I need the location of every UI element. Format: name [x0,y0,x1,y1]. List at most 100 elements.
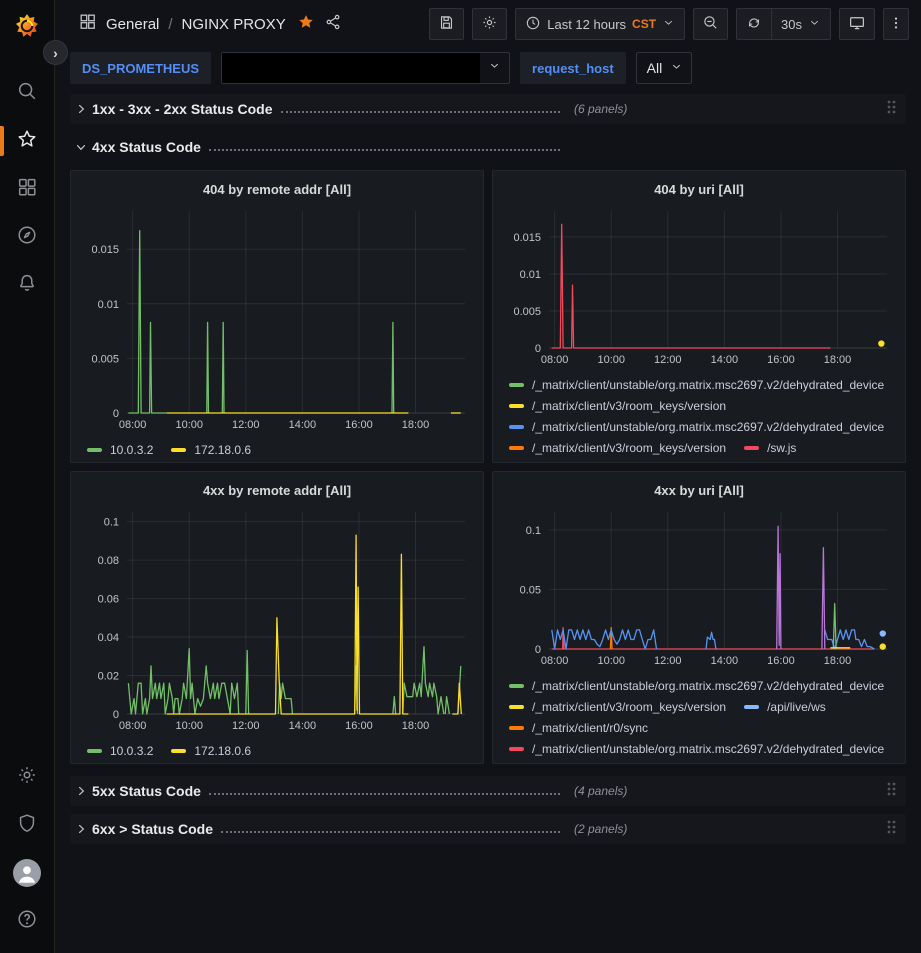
dashboard-title[interactable]: NGINX PROXY [182,16,286,33]
sidebar-item-dashboards[interactable] [0,165,55,213]
datasource-value-redacted [222,53,480,83]
legend-item[interactable]: /api/live/ws [744,697,826,716]
row-title: 1xx - 3xx - 2xx Status Code [92,101,273,117]
sidebar-item-server-admin[interactable] [0,801,55,849]
search-icon [16,80,38,107]
row-drag-handle[interactable] [886,99,896,120]
sidebar-item-alerting[interactable] [0,261,55,309]
grafana-logo[interactable] [12,11,42,41]
svg-text:10:00: 10:00 [597,354,625,366]
legend-swatch [171,448,186,452]
tv-mode-button[interactable] [839,8,875,40]
legend-swatch [171,749,186,753]
kebab-menu-button[interactable] [883,8,909,40]
legend-item[interactable]: /sw.js [744,438,796,457]
legend-item[interactable]: /_matrix/client/unstable/org.matrix.msc2… [509,375,884,394]
svg-text:0.01: 0.01 [520,269,541,281]
refresh-interval-value: 30s [781,17,802,32]
sidebar-item-starred[interactable] [0,117,55,165]
legend-label: /_matrix/client/unstable/org.matrix.msc2… [532,378,884,392]
row-panel-count: (4 panels) [574,784,627,798]
legend-item[interactable]: /_matrix/client/unstable/org.matrix.msc2… [509,417,884,436]
svg-text:08:00: 08:00 [119,419,147,431]
svg-text:10:00: 10:00 [597,655,625,667]
compass-icon [16,224,38,251]
apps-grid-icon [78,12,97,36]
save-dashboard-button[interactable] [429,8,464,40]
sidebar-item-search[interactable] [0,69,55,117]
row-5xx[interactable]: 5xx Status Code (4 panels) [70,776,906,806]
legend-label: 10.0.3.2 [110,443,153,457]
panel-legend: /_matrix/client/unstable/org.matrix.msc2… [503,373,895,457]
panel-grid: 404 by remote addr [All] 08:0010:0012:00… [70,170,906,764]
sidebar-item-explore[interactable] [0,213,55,261]
time-series-chart[interactable]: 08:0010:0012:0014:0016:0018:0000.0050.01… [503,203,895,373]
zoom-out-button[interactable] [693,8,728,40]
row-drag-handle[interactable] [886,819,896,840]
svg-text:14:00: 14:00 [711,655,739,667]
svg-text:16:00: 16:00 [767,354,795,366]
sidebar-item-help[interactable] [0,897,55,945]
legend-label: /_matrix/client/v3/room_keys/version [532,700,726,714]
legend-swatch [509,404,524,408]
legend-swatch [509,726,524,730]
dashboard-settings-button[interactable] [472,8,507,40]
svg-text:0.04: 0.04 [98,632,119,644]
svg-text:0.015: 0.015 [513,232,541,244]
time-series-chart[interactable]: 08:0010:0012:0014:0016:0018:0000.020.040… [81,504,473,739]
refresh-interval-select[interactable]: 30s [771,9,830,39]
panel-title[interactable]: 404 by uri [All] [503,177,895,203]
svg-text:0.02: 0.02 [98,671,119,683]
legend-item[interactable]: /_matrix/client/v3/room_keys/version [509,697,726,716]
legend-item[interactable]: /_matrix/client/unstable/org.matrix.msc2… [509,739,884,758]
panel-legend: /_matrix/client/unstable/org.matrix.msc2… [503,674,895,758]
time-series-chart[interactable]: 08:0010:0012:0014:0016:0018:0000.0050.01… [81,203,473,438]
header-actions: Last 12 hours CST [429,8,909,40]
legend-item[interactable]: 10.0.3.2 [87,440,153,459]
bell-icon [16,272,38,299]
legend-item[interactable]: /_matrix/client/v3/room_keys/version [509,438,726,457]
row-1xx-3xx-2xx[interactable]: 1xx - 3xx - 2xx Status Code (6 panels) [70,94,906,124]
panel-title[interactable]: 4xx by uri [All] [503,478,895,504]
favorite-star-icon[interactable] [297,13,315,36]
main: General / NGINX PROXY [55,0,921,844]
svg-text:08:00: 08:00 [119,720,147,732]
svg-text:0.005: 0.005 [513,306,541,318]
sidebar-expand-button[interactable]: › [43,40,68,65]
variable-select-datasource[interactable] [221,52,510,84]
time-range-button[interactable]: Last 12 hours CST [516,9,684,39]
row-dotted-leader [281,111,560,113]
refresh-button[interactable] [737,9,771,39]
sidebar-item-configuration[interactable] [0,753,55,801]
legend-item[interactable]: 10.0.3.2 [87,741,153,760]
sidebar-item-profile[interactable] [0,849,55,897]
legend-label: /_matrix/client/v3/room_keys/version [532,441,726,455]
svg-text:12:00: 12:00 [232,419,260,431]
row-6xx[interactable]: 6xx > Status Code (2 panels) [70,814,906,844]
svg-text:0.05: 0.05 [520,584,541,596]
legend-item[interactable]: 172.18.0.6 [171,741,251,760]
legend-item[interactable]: 172.18.0.6 [171,440,251,459]
row-dotted-leader [209,793,560,795]
legend-item[interactable]: /_matrix/client/v3/room_keys/version [509,396,726,415]
row-4xx[interactable]: 4xx Status Code [70,132,906,162]
svg-text:12:00: 12:00 [654,655,682,667]
save-icon [438,14,455,34]
legend-item[interactable]: /_matrix/client/r0/sync [509,718,648,737]
share-icon[interactable] [324,13,342,36]
breadcrumb-separator: / [168,16,172,33]
variable-select-request-host[interactable]: All [636,52,693,84]
row-drag-handle[interactable] [886,781,896,802]
panel-4xx-by-uri: 4xx by uri [All] 08:0010:0012:0014:0016:… [492,471,906,764]
panel-404-by-uri: 404 by uri [All] 08:0010:0012:0014:0016:… [492,170,906,463]
panel-title[interactable]: 404 by remote addr [All] [81,177,473,203]
svg-text:0: 0 [113,709,119,721]
breadcrumb-folder[interactable]: General [106,16,159,33]
svg-text:0.015: 0.015 [91,244,119,256]
panel-title[interactable]: 4xx by remote addr [All] [81,478,473,504]
help-icon [16,908,38,935]
time-series-chart[interactable]: 08:0010:0012:0014:0016:0018:0000.050.1 [503,504,895,674]
legend-item[interactable]: /_matrix/client/unstable/org.matrix.msc2… [509,676,884,695]
legend-label: /_matrix/client/unstable/org.matrix.msc2… [532,679,884,693]
legend-swatch [744,705,759,709]
